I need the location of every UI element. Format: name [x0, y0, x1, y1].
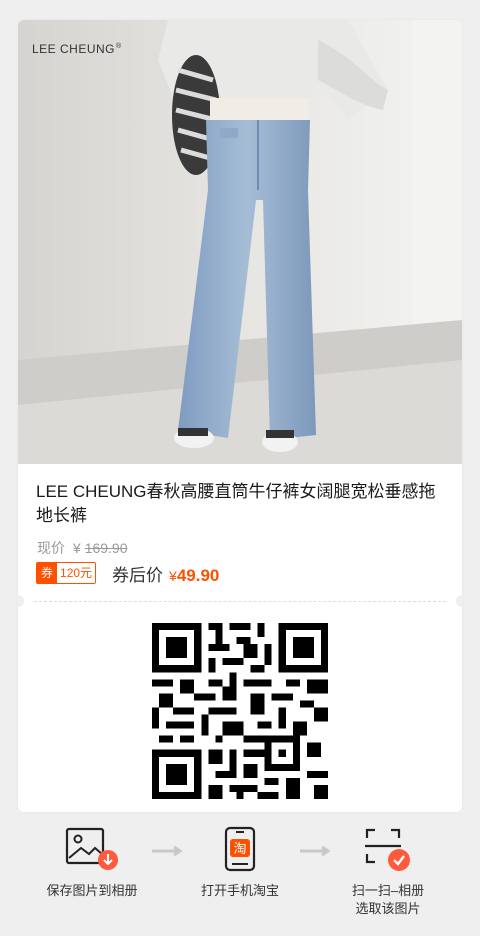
scan-check-icon	[363, 826, 413, 877]
final-price: 49.90	[176, 565, 220, 585]
qr-code	[152, 623, 328, 799]
ticket-notch-left	[18, 595, 24, 607]
arrow-right-icon	[300, 845, 331, 857]
taobao-phone-icon: 淘	[224, 826, 256, 877]
image-download-icon	[65, 826, 119, 877]
step-label-line2: 选取该图片	[355, 901, 421, 916]
step-label: 扫一扫–相册 选取该图片	[318, 882, 458, 918]
current-price: 现价 ¥169.90	[37, 538, 128, 558]
product-photo: LEE CHEUNG®	[18, 20, 462, 464]
step-label-line1: 扫一扫–相册	[351, 883, 425, 898]
instruction-steps: 保存图片到相册 淘 打开手机淘宝 扫一扫–相册 选取该图片	[0, 812, 480, 936]
product-share-card: LEE CHEUNG® LEE CHEUNG春秋高腰直筒牛仔裤女阔腿宽松垂感拖地…	[18, 20, 462, 812]
step-label: 打开手机淘宝	[200, 883, 279, 898]
arrow-right-icon	[152, 845, 183, 857]
jeans-model-image	[18, 20, 462, 464]
original-price: 169.90	[84, 540, 128, 556]
price-currency: ¥	[72, 540, 81, 556]
final-currency: ¥	[169, 567, 177, 584]
svg-text:淘: 淘	[233, 842, 246, 857]
coupon-row: 券 120元 券后价 ¥49.90	[36, 561, 219, 586]
product-title: LEE CHEUNG春秋高腰直筒牛仔裤女阔腿宽松垂感拖地长裤	[36, 482, 436, 525]
after-coupon-price: 券后价 ¥49.90	[112, 561, 219, 586]
coupon-tag: 券	[37, 563, 58, 583]
step-label: 保存图片到相册	[46, 883, 138, 898]
price-label: 现价	[37, 540, 65, 556]
coupon-amount: 120元	[57, 563, 96, 583]
brand-watermark: LEE CHEUNG®	[32, 42, 122, 56]
coupon-badge: 券 120元	[36, 562, 97, 584]
after-coupon-label: 券后价	[112, 565, 164, 585]
ticket-notch-right	[456, 595, 462, 607]
dashed-divider	[34, 601, 446, 602]
